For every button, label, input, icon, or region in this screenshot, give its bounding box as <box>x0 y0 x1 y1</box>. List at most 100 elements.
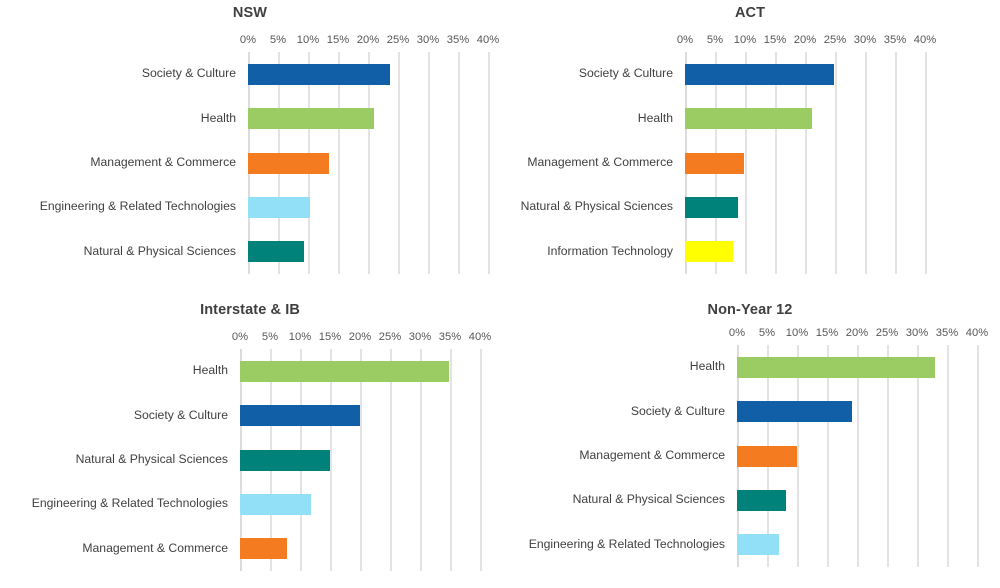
bar-rows <box>240 349 480 571</box>
x-axis-tick-label: 30% <box>416 34 440 46</box>
bar[interactable] <box>248 108 374 130</box>
bar[interactable] <box>685 152 744 174</box>
x-axis-tick-label: 0% <box>676 34 694 46</box>
x-axis-tick-label: 20% <box>356 34 380 46</box>
x-axis-tick-label: 40% <box>468 331 492 343</box>
category-label: Society & Culture <box>578 66 673 81</box>
x-axis-tick-labels: 0% 5% 10% 15% 20% 25% 30% 35% 40% <box>240 34 499 50</box>
chart-title: Non-Year 12 <box>707 302 793 318</box>
category-label: Engineering & Related Technologies <box>39 199 236 214</box>
x-axis-tick-label: 20% <box>793 34 817 46</box>
bar[interactable] <box>737 534 779 556</box>
bar[interactable] <box>737 489 787 511</box>
bar-row[interactable] <box>240 405 480 427</box>
category-label: Health <box>689 359 725 374</box>
bar-row[interactable] <box>737 534 977 556</box>
bar[interactable] <box>248 152 329 174</box>
bar-row[interactable] <box>240 538 480 560</box>
chart-panel: Non-Year 12 0% 5% 10% 15% 20% 25% 30% 35% 40% Heal… <box>500 294 1000 588</box>
bar[interactable] <box>240 360 449 382</box>
bar-rows <box>685 52 925 274</box>
x-axis-tick-label: 25% <box>378 331 402 343</box>
x-axis-tick-label: 10% <box>733 34 757 46</box>
x-axis-tick-label: 35% <box>883 34 907 46</box>
gridline <box>480 349 482 571</box>
category-label: Engineering & Related Technologies <box>528 536 725 551</box>
x-axis-tick-label: 40% <box>965 327 989 339</box>
bar-row[interactable] <box>248 196 488 218</box>
category-label: Natural & Physical Sciences <box>520 199 673 214</box>
bar[interactable] <box>240 493 311 515</box>
category-label: Management & Commerce <box>90 155 236 169</box>
x-axis-tick-label: 35% <box>446 34 470 46</box>
bar[interactable] <box>685 63 834 85</box>
x-axis-tick-label: 40% <box>913 34 937 46</box>
bar-row[interactable] <box>737 445 977 467</box>
bar-row[interactable] <box>737 356 977 378</box>
charts-grid: NSW 0% 5% 10% 15% 20% 25% 30% 35% 40% Society & Cu… <box>0 0 1000 588</box>
x-axis-tick-label: 10% <box>785 327 809 339</box>
bar[interactable] <box>248 196 310 218</box>
bar-row[interactable] <box>248 63 488 85</box>
bar-row[interactable] <box>240 360 480 382</box>
bar[interactable] <box>685 108 812 130</box>
category-label: Society & Culture <box>141 66 236 81</box>
x-axis-tick-label: 25% <box>386 34 410 46</box>
category-label: Society & Culture <box>630 403 725 418</box>
plot-area <box>685 52 927 274</box>
plot-area <box>240 349 482 571</box>
x-axis-tick-label: 5% <box>261 331 279 343</box>
bar[interactable] <box>685 241 733 263</box>
bar[interactable] <box>248 63 390 85</box>
chart-title: Interstate & IB <box>200 302 300 318</box>
plot-area <box>737 345 979 567</box>
x-axis-tick-label: 0% <box>231 331 249 343</box>
bar[interactable] <box>248 241 305 263</box>
x-axis-tick-label: 0% <box>239 34 257 46</box>
bar-row[interactable] <box>685 241 925 263</box>
bar-row[interactable] <box>240 449 480 471</box>
bar[interactable] <box>737 445 797 467</box>
bar[interactable] <box>240 405 360 427</box>
category-label: Health <box>637 110 673 125</box>
category-label: Health <box>200 110 236 125</box>
x-axis-tick-label: 30% <box>905 327 929 339</box>
bar[interactable] <box>240 538 287 560</box>
bar[interactable] <box>737 401 853 423</box>
x-axis-tick-labels: 0% 5% 10% 15% 20% 25% 30% 35% 40% <box>232 331 491 347</box>
bar[interactable] <box>737 356 935 378</box>
category-label: Health <box>192 363 228 378</box>
bar[interactable] <box>685 196 739 218</box>
x-axis-tick-label: 5% <box>758 327 776 339</box>
bar-row[interactable] <box>240 493 480 515</box>
bar-row[interactable] <box>685 152 925 174</box>
bar[interactable] <box>240 449 330 471</box>
bar-row[interactable] <box>737 401 977 423</box>
category-label: Information Technology <box>547 243 673 258</box>
x-axis-tick-label: 0% <box>728 327 746 339</box>
chart-panel: NSW 0% 5% 10% 15% 20% 25% 30% 35% 40% Society & Cu… <box>0 0 500 294</box>
x-axis-tick-labels: 0% 5% 10% 15% 20% 25% 30% 35% 40% <box>677 34 936 50</box>
x-axis-tick-label: 25% <box>875 327 899 339</box>
bar-row[interactable] <box>248 241 488 263</box>
bar-row[interactable] <box>685 196 925 218</box>
bar-rows <box>248 52 488 274</box>
bar-row[interactable] <box>248 108 488 130</box>
x-axis-tick-label: 10% <box>288 331 312 343</box>
x-axis-tick-label: 10% <box>296 34 320 46</box>
category-label: Management & Commerce <box>82 540 228 555</box>
chart-panel: Interstate & IB 0% 5% 10% 15% 20% 25% 30% 35% 40%… <box>0 294 500 588</box>
x-axis-tick-label: 15% <box>318 331 342 343</box>
bar-row[interactable] <box>737 489 977 511</box>
bar-row[interactable] <box>248 152 488 174</box>
bar-row[interactable] <box>685 63 925 85</box>
x-axis-tick-label: 20% <box>348 331 372 343</box>
category-label: Management & Commerce <box>579 448 725 462</box>
gridline <box>925 52 927 274</box>
x-axis-tick-label: 35% <box>935 327 959 339</box>
x-axis-tick-label: 20% <box>845 327 869 339</box>
bar-row[interactable] <box>685 108 925 130</box>
category-label: Management & Commerce <box>527 155 673 169</box>
gridline <box>977 345 979 567</box>
plot-area <box>248 52 490 274</box>
